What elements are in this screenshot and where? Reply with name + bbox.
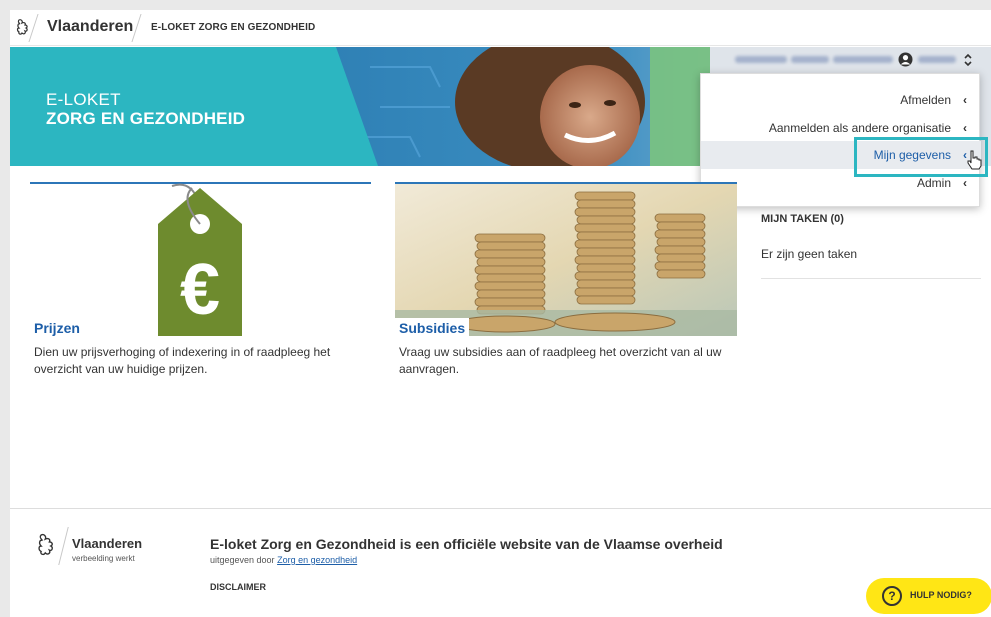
footer-brand: Vlaanderen (72, 536, 143, 551)
footer-tagline: verbeelding werkt (72, 554, 135, 563)
help-label: HULP NODIG? (910, 590, 972, 600)
disclaimer-link[interactable]: DISCLAIMER (210, 582, 266, 592)
help-button[interactable]: ? HULP NODIG? (866, 578, 991, 614)
footer-title: E-loket Zorg en Gezondheid is een offici… (210, 536, 723, 552)
blurred-user-info (918, 56, 956, 63)
card-description: Vraag uw subsidies aan of raadpleeg het … (399, 345, 722, 376)
app-name[interactable]: E-LOKET ZORG EN GEZONDHEID (151, 22, 315, 33)
menu-item-afmelden[interactable]: Afmelden ‹ (900, 86, 967, 114)
card-description: Dien uw prijsverhoging of indexering in … (34, 345, 331, 376)
footer-publisher: uitgegeven door Zorg en gezondheid (210, 555, 357, 565)
coins-image (395, 184, 737, 336)
chevron-left-icon: ‹ (963, 93, 967, 107)
hero-title-line2: ZORG EN GEZONDHEID (46, 109, 246, 128)
hero-title-line1: E-LOKET (46, 90, 121, 109)
page: Vlaanderen E-LOKET ZORG EN GEZONDHEID E-… (10, 10, 991, 617)
svg-text:€: € (180, 250, 220, 330)
question-icon: ? (882, 586, 902, 606)
tasks-divider (761, 278, 981, 279)
blurred-user-info (833, 56, 893, 63)
menu-item-label: Admin (916, 176, 951, 190)
publisher-prefix: uitgegeven door (210, 555, 275, 565)
user-avatar-icon (898, 52, 913, 67)
publisher-link[interactable]: Zorg en gezondheid (277, 555, 357, 565)
card-title-subsidies[interactable]: Subsidies (395, 318, 470, 338)
footer-logo-divider (58, 527, 69, 565)
menu-item-label: Afmelden (900, 93, 951, 107)
sort-updown-icon (964, 53, 972, 67)
tasks-empty-message: Er zijn geen taken (761, 247, 858, 261)
hand-cursor-icon (967, 150, 982, 170)
menu-item-label: Aanmelden als andere organisatie (768, 121, 951, 135)
blurred-user-info (735, 56, 787, 63)
footer-divider (10, 508, 991, 509)
brand-name[interactable]: Vlaanderen (47, 18, 133, 36)
top-header: Vlaanderen E-LOKET ZORG EN GEZONDHEID (10, 10, 991, 46)
blurred-user-info (791, 56, 829, 63)
flemish-lion-logo-icon (38, 533, 53, 556)
tasks-title: MIJN TAKEN (0) (761, 213, 844, 225)
user-menu-toggle[interactable] (735, 51, 975, 69)
card-title-prijzen[interactable]: Prijzen (30, 318, 84, 338)
price-tag-euro-icon: € (158, 183, 242, 336)
